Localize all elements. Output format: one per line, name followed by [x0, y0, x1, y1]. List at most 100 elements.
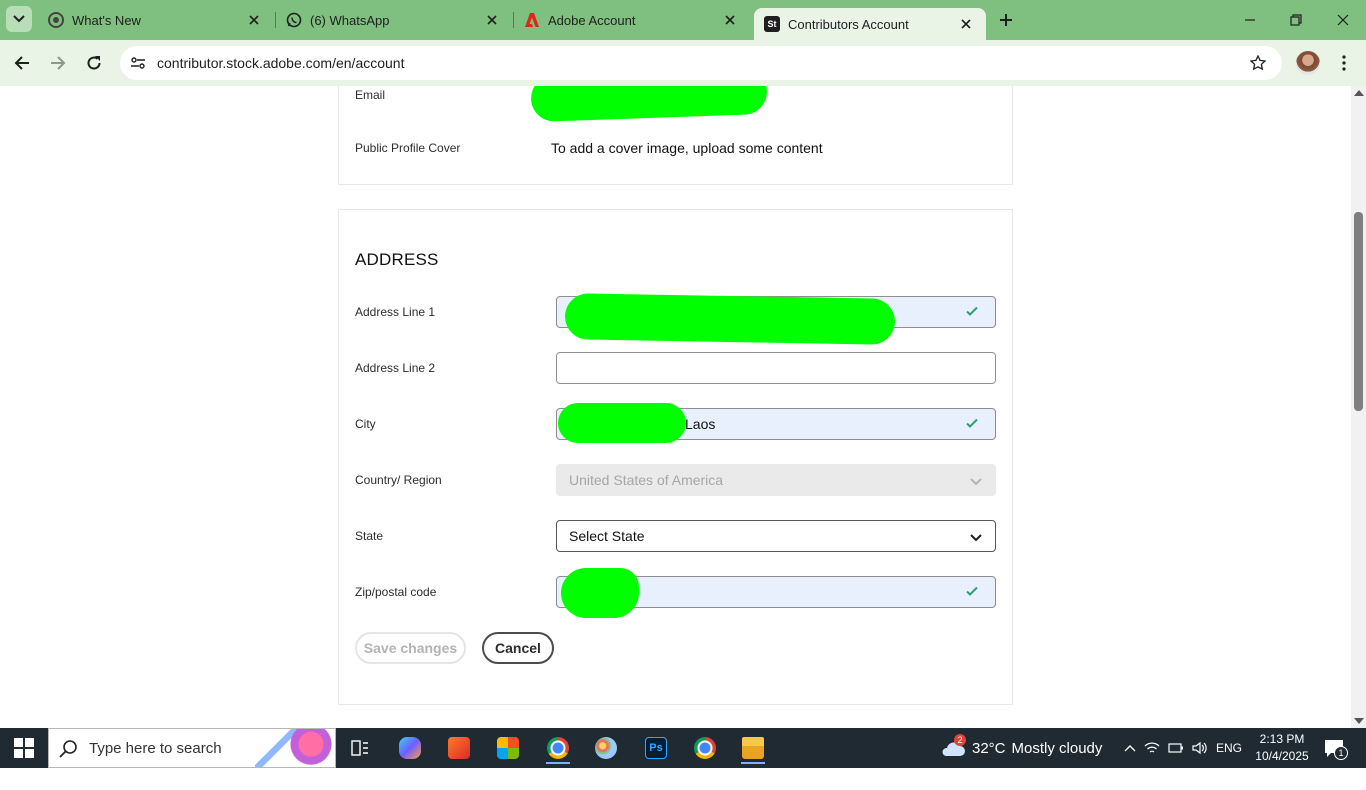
address-line2-field[interactable]	[556, 352, 996, 384]
bookmark-star-icon[interactable]	[1248, 53, 1268, 73]
windows-start-icon[interactable]	[14, 738, 34, 758]
photoshop-icon[interactable]: Ps	[640, 732, 672, 764]
show-hidden-icons-chevron-icon[interactable]	[1120, 744, 1140, 752]
reload-icon	[87, 56, 101, 70]
paint-app-icon[interactable]	[590, 732, 622, 764]
address-bar[interactable]: contributor.stock.adobe.com/en/account	[120, 46, 1282, 80]
tab-whats-new[interactable]: What's New	[0, 0, 274, 40]
wifi-icon[interactable]	[1140, 741, 1164, 755]
save-changes-button[interactable]: Save changes	[355, 632, 466, 664]
tab-contributors-account[interactable]: St Contributors Account	[754, 8, 986, 40]
public-profile-cover-value: To add a cover image, upload some conten…	[551, 140, 823, 156]
file-explorer-icon[interactable]	[737, 732, 769, 764]
new-tab-button[interactable]	[996, 10, 1016, 30]
clock-date: 10/4/2025	[1255, 749, 1309, 763]
chevron-down-icon	[970, 534, 982, 542]
system-tray: ENG	[1120, 728, 1242, 768]
state-label: State	[355, 529, 384, 543]
city-label: City	[355, 417, 376, 431]
browser-menu-button[interactable]	[1334, 51, 1354, 75]
restore-icon	[1290, 14, 1302, 26]
arrow-right-icon	[51, 56, 66, 70]
input-language[interactable]: ENG	[1216, 741, 1242, 755]
chevron-down-icon	[970, 478, 982, 486]
tab-strip: What's New (6) WhatsApp Adobe Account St…	[0, 0, 1366, 40]
cancel-button[interactable]: Cancel	[482, 632, 554, 664]
volume-icon[interactable]	[1188, 741, 1212, 755]
restore-button[interactable]	[1284, 8, 1308, 32]
tab-title: (6) WhatsApp	[310, 12, 390, 28]
chrome-taskbar-icon[interactable]	[542, 732, 574, 764]
country-region-value: United States of America	[569, 472, 724, 488]
taskbar-clock[interactable]: 2:13 PM 10/4/2025	[1250, 731, 1314, 765]
notification-count-badge: 1	[1334, 746, 1348, 760]
scroll-down-arrow-icon[interactable]	[1354, 718, 1364, 724]
adobe-stock-icon: St	[764, 16, 780, 32]
minimize-icon	[1245, 19, 1255, 21]
weather-condition: Mostly cloudy	[1011, 739, 1103, 757]
zip-postal-code-label: Zip/postal code	[355, 585, 437, 599]
profile-card: Email Public Profile Cover To add a cove…	[338, 86, 1013, 185]
whatsapp-icon	[286, 12, 302, 28]
notification-center-icon[interactable]: 1	[1322, 736, 1348, 760]
checkmark-icon	[966, 418, 978, 428]
close-icon[interactable]	[722, 12, 738, 28]
taskbar-search-placeholder: Type here to search	[89, 740, 222, 757]
chrome-profile-icon[interactable]	[689, 732, 721, 764]
checkmark-icon	[966, 306, 978, 316]
country-region-select[interactable]: United States of America	[556, 464, 996, 496]
taskbar-search-box[interactable]: Type here to search	[48, 728, 336, 768]
country-region-label: Country/ Region	[355, 473, 442, 487]
site-info-icon[interactable]	[128, 53, 148, 73]
tab-title: Contributors Account	[788, 16, 909, 32]
microsoft-store-icon[interactable]	[492, 732, 524, 764]
adobe-icon	[524, 12, 540, 28]
screen-bottom-margin	[0, 768, 1366, 790]
redaction-mark	[561, 568, 639, 618]
url-text[interactable]: contributor.stock.adobe.com/en/account	[157, 55, 404, 71]
task-view-icon[interactable]	[344, 732, 376, 764]
page-viewport: Email Public Profile Cover To add a cove…	[0, 86, 1366, 728]
plus-icon	[1000, 14, 1012, 26]
public-profile-cover-label: Public Profile Cover	[355, 141, 461, 155]
tab-adobe-account[interactable]: Adobe Account	[476, 0, 750, 40]
reload-button[interactable]	[82, 51, 106, 75]
address-line2-label: Address Line 2	[355, 361, 436, 375]
close-icon[interactable]	[958, 16, 974, 32]
redaction-mark	[564, 293, 896, 345]
profile-avatar[interactable]	[1296, 51, 1320, 75]
weather-alert-badge: 2	[954, 734, 966, 746]
copilot-icon[interactable]	[394, 732, 426, 764]
arrow-left-icon	[14, 56, 29, 70]
scroll-up-arrow-icon[interactable]	[1354, 90, 1364, 96]
back-button[interactable]	[10, 51, 34, 75]
weather-widget[interactable]: 2 32°C Mostly cloudy	[940, 728, 1102, 768]
weather-temperature: 32°C	[972, 739, 1006, 757]
address-line1-label: Address Line 1	[355, 305, 436, 319]
address-card: ADDRESS Address Line 1 Address Line 2 Ci…	[338, 209, 1013, 705]
redaction-mark	[530, 86, 768, 123]
close-window-button[interactable]	[1331, 8, 1355, 32]
scrollbar-thumb[interactable]	[1354, 212, 1363, 411]
minimize-button[interactable]	[1238, 8, 1262, 32]
battery-icon[interactable]	[1164, 742, 1188, 754]
state-select[interactable]: Select State	[556, 520, 996, 552]
clock-time: 2:13 PM	[1259, 732, 1305, 746]
forward-button[interactable]	[46, 51, 70, 75]
state-value: Select State	[569, 528, 645, 544]
search-icon	[59, 740, 77, 758]
tab-whatsapp[interactable]: (6) WhatsApp	[238, 0, 512, 40]
cloud-icon: 2	[940, 734, 966, 758]
search-highlight-image	[255, 729, 335, 767]
powerpoint-like-app-icon[interactable]	[443, 732, 475, 764]
checkmark-icon	[966, 586, 978, 596]
tab-title: Adobe Account	[548, 12, 636, 28]
browser-toolbar: contributor.stock.adobe.com/en/account	[0, 40, 1366, 86]
more-vertical-icon	[1342, 55, 1346, 71]
active-app-indicator	[546, 762, 570, 764]
active-app-indicator	[741, 762, 765, 764]
tab-title: What's New	[72, 12, 141, 28]
redaction-mark	[558, 403, 686, 443]
chrome-settings-icon	[48, 12, 64, 28]
vertical-scrollbar[interactable]	[1351, 86, 1366, 728]
